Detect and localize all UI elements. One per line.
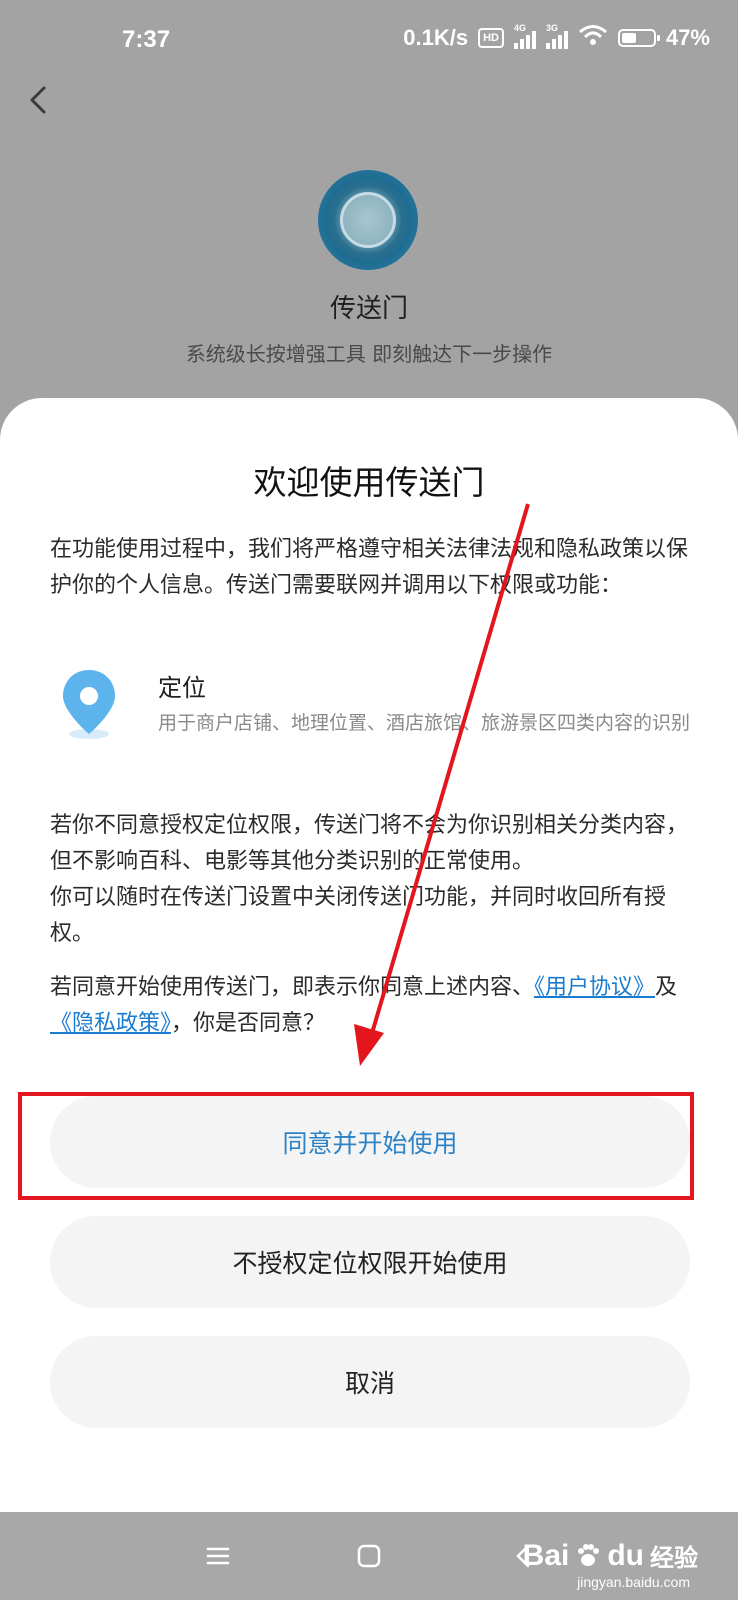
status-time: 7:37 (122, 26, 171, 53)
battery-percent: 47% (665, 25, 710, 50)
battery-icon (617, 29, 660, 47)
start-without-location-button[interactable]: 不授权定位权限开始使用 (50, 1216, 690, 1308)
menu-icon (206, 1547, 230, 1565)
hd-icon: HD (478, 28, 504, 48)
consent-prefix: 若同意开始使用传送门，即表示你同意上述内容、 (50, 975, 535, 1000)
app-description: 系统级长按增强工具 即刻触达下一步操作 (185, 342, 553, 366)
permission-title: 定位 (158, 674, 206, 702)
signal-3g-icon: 3G (545, 23, 568, 49)
watermark-brand: Bai (522, 1538, 570, 1572)
app-name: 传送门 (329, 294, 408, 324)
warning-line-1: 若你不同意授权定位权限，传送门将不会为你识别相关分类内容，但不影响百科、电影等其… (50, 813, 689, 874)
cancel-button[interactable]: 取消 (50, 1336, 690, 1428)
warning-line-2: 你可以随时在传送门设置中关闭传送门功能，并同时收回所有授权。 (50, 885, 667, 946)
app-logo-icon (318, 170, 418, 270)
watermark-brand-end: du (607, 1538, 644, 1572)
consent-suffix: ，你是否同意？ (171, 1011, 326, 1036)
location-pin-icon (63, 670, 115, 739)
status-bar: 7:37 0.1K/s HD 4G 3G 47% (0, 0, 738, 88)
annotation-highlight-box (18, 1092, 694, 1200)
nav-home-button[interactable] (347, 1534, 391, 1578)
permission-description: 用于商户店铺、地理位置、酒店旅馆、旅游景区四类内容的识别 (158, 712, 691, 734)
permission-location: 定位 用于商户店铺、地理位置、酒店旅馆、旅游景区四类内容的识别 (50, 668, 690, 778)
home-square-icon (357, 1544, 381, 1568)
chevron-left-icon (30, 86, 46, 114)
paw-icon (578, 1543, 600, 1566)
watermark-url: jingyan.baidu.com (577, 1574, 690, 1590)
intro-text: 在功能使用过程中，我们将严格遵守相关法律法规和隐私政策以保护你的个人信息。传送门… (50, 537, 689, 598)
navigation-bar: Bai du 经验 jingyan.baidu.com (0, 1512, 738, 1600)
battery-fill (621, 33, 636, 43)
warning-text: 若你不同意授权定位权限，传送门将不会为你识别相关分类内容，但不影响百科、电影等其… (50, 808, 690, 952)
signal-4g-icon: 4G (513, 23, 536, 49)
nav-menu-button[interactable] (196, 1534, 240, 1578)
baidu-watermark: Bai du 经验 (523, 1538, 698, 1573)
user-agreement-link[interactable]: 《用户协议》 (534, 975, 655, 1000)
watermark-word: 经验 (650, 1545, 698, 1572)
permission-dialog: 欢迎使用传送门 在功能使用过程中，我们将严格遵守相关法律法规和隐私政策以保护你的… (0, 398, 738, 1512)
wifi-icon (578, 24, 608, 52)
back-button[interactable] (20, 80, 60, 120)
sim1-label: 4G (513, 23, 526, 33)
consent-text: 若同意开始使用传送门，即表示你同意上述内容、《用户协议》及《隐私政策》，你是否同… (50, 970, 690, 1042)
net-speed: 0.1K/s (403, 25, 469, 50)
screen: 7:37 0.1K/s HD 4G 3G 47% 传送门 系统级长按增强工具 即… (0, 0, 738, 1600)
sim2-label: 3G (545, 23, 558, 33)
consent-and: 及 (655, 975, 678, 1000)
status-indicators: 0.1K/s HD 4G 3G 47% (403, 23, 710, 52)
privacy-policy-link[interactable]: 《隐私政策》 (50, 1011, 171, 1036)
dialog-title: 欢迎使用传送门 (253, 463, 485, 502)
